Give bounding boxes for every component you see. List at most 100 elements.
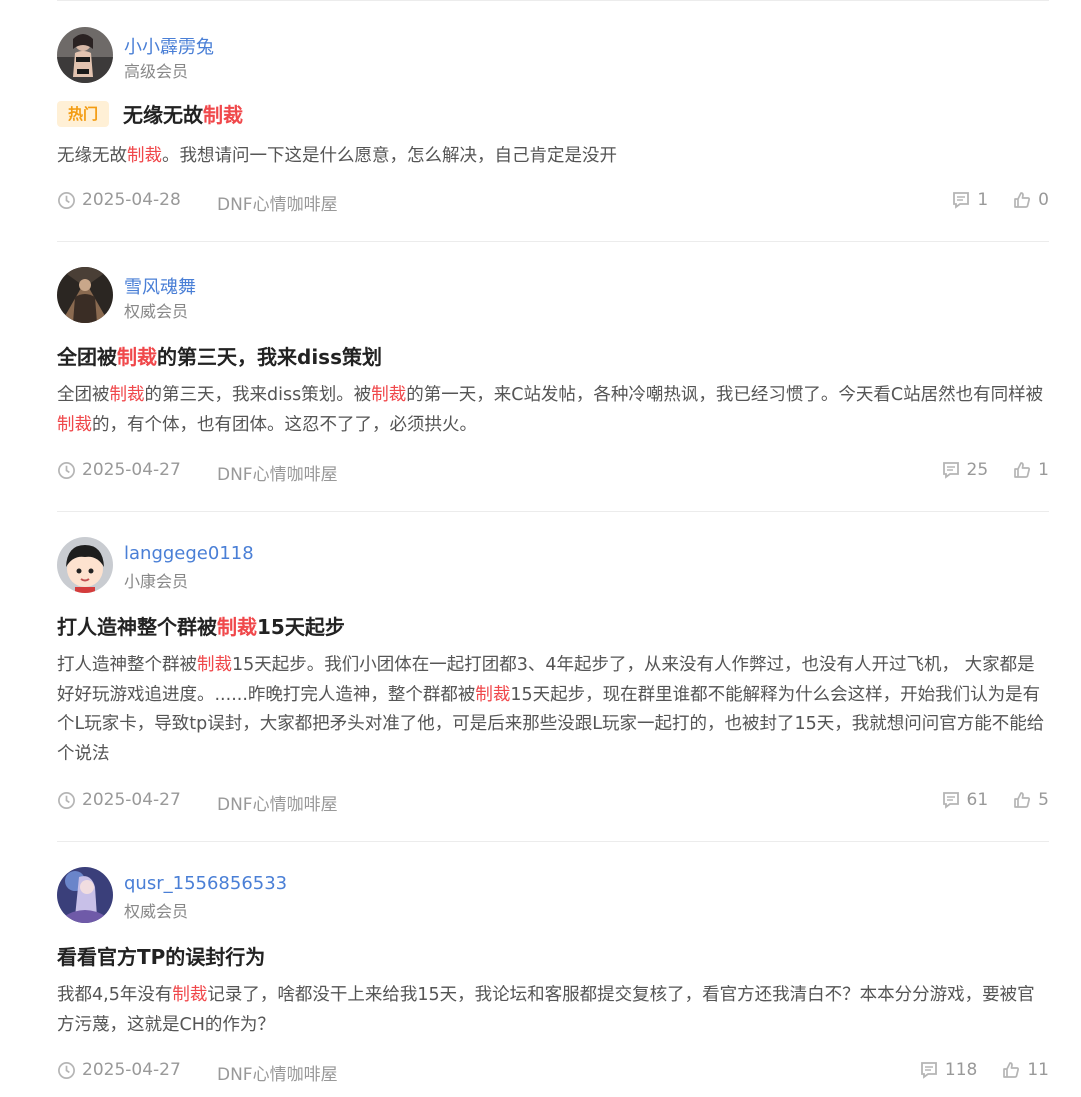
clock-icon [58,461,75,479]
comment-icon [942,462,959,479]
title-text: 看看官方TP的误封行为 [57,945,266,969]
hot-badge: 热门 [57,100,109,127]
excerpt-text: 的，有个体，也有团体。这忍不了了，必须拱火。 [92,414,477,435]
comment-count-text: 25 [966,460,989,480]
comment-icon [953,192,970,209]
avatar[interactable] [57,537,113,593]
post-author: 小小霹雳兔 高级会员 [57,27,657,85]
post-stats: 118 11 [895,1060,1049,1080]
like-count[interactable]: 1 [1012,460,1049,480]
post-item[interactable]: 小小霹雳兔 高级会员 热门 无缘无故 制裁 无缘无故制裁。我想请问一下这是什么愿意… [57,27,1049,217]
member-level: 高级会员 [124,62,189,81]
post-author: 雪风魂舞 权威会员 [57,267,657,325]
excerpt-text: 打人造神整个群被 [57,655,197,675]
title-text: 全团被 [57,345,117,369]
post-title[interactable]: 全团被 制裁 的第三天，我来diss策划 [57,341,382,370]
excerpt-keyword: 制裁 [371,385,407,405]
like-count[interactable]: 11 [1001,1060,1049,1080]
excerpt-keyword: 制裁 [475,684,511,705]
post-excerpt[interactable]: 我都4,5年没有制裁记录了，啥都没干上来给我15天，我论坛和客服都提交复核了，看… [57,981,1049,1040]
post-author: qusr_1556856533 权威会员 [57,867,657,925]
forum-link[interactable]: DNF心情咖啡屋 [217,790,338,815]
post-excerpt[interactable]: 全团被制裁的第三天，我来diss策划。被制裁的第一天，来C站发帖，各种冷嘲热讽，… [57,381,1049,440]
divider [57,0,1049,1]
excerpt-text: 的第三天，我来diss策划。被 [144,385,372,405]
thumbs-up-icon [1014,192,1031,208]
title-text: 15天起步 [257,615,345,639]
post-date: 2025-04-27 [57,1060,181,1080]
post-date: 2025-04-27 [57,460,181,480]
post-meta: 2025-04-27 DNF心情咖啡屋 25 1 [57,460,1049,485]
avatar[interactable] [57,867,113,923]
post-title[interactable]: 热门 无缘无故 制裁 [57,99,243,128]
date-text: 2025-04-27 [82,460,181,480]
title-keyword: 制裁 [117,345,157,369]
comment-count[interactable]: 1 [951,190,988,210]
username[interactable]: 小小霹雳兔 [124,33,214,59]
forum-link[interactable]: DNF心情咖啡屋 [217,1060,338,1085]
post-date: 2025-04-28 [57,190,181,210]
excerpt-keyword: 制裁 [127,146,162,166]
post-item[interactable]: qusr_1556856533 权威会员 看看官方TP的误封行为 我都4,5年没… [57,867,1049,1087]
comment-count[interactable]: 61 [941,790,989,810]
clock-icon [58,191,75,209]
like-count-text: 0 [1038,190,1049,210]
comment-count-text: 118 [944,1060,978,1080]
excerpt-text: 的第一天，来C站发帖，各种冷嘲热讽，我已经习惯了。今天看C站居然也有同样被 [406,385,1044,405]
forum-link[interactable]: DNF心情咖啡屋 [217,190,338,215]
post-excerpt[interactable]: 无缘无故制裁。我想请问一下这是什么愿意，怎么解决，自己肯定是没开 [57,142,1049,172]
thumbs-up-icon [1014,792,1031,808]
like-count-text: 11 [1027,1060,1049,1080]
excerpt-text: 。我想请问一下这是什么愿意，怎么解决，自己肯定是没开 [162,146,617,166]
excerpt-text: 我都4,5年没有 [57,985,173,1005]
avatar[interactable] [57,27,113,83]
post-title[interactable]: 看看官方TP的误封行为 [57,941,265,970]
post-item[interactable]: 雪风魂舞 权威会员 全团被 制裁 的第三天，我来diss策划 全团被制裁的第三天，我… [57,267,1049,487]
post-title[interactable]: 打人造神整个群被 制裁 15天起步 [57,611,345,640]
post-date: 2025-04-27 [57,790,181,810]
excerpt-keyword: 制裁 [57,414,92,435]
excerpt-keyword: 制裁 [197,655,232,675]
excerpt-text: 全团被 [57,385,110,405]
post-meta: 2025-04-27 DNF心情咖啡屋 118 11 [57,1060,1049,1085]
member-level: 权威会员 [124,302,189,321]
excerpt-keyword: 制裁 [172,985,208,1005]
post-excerpt[interactable]: 打人造神整个群被制裁15天起步。我们小团体在一起打团都3、4年起步了，从来没有人… [57,651,1049,769]
comment-icon [921,1062,937,1079]
post-meta: 2025-04-27 DNF心情咖啡屋 61 5 [57,790,1049,815]
divider [57,241,1049,242]
thumbs-up-icon [1003,1062,1020,1078]
post-stats: 61 5 [917,790,1049,810]
date-text: 2025-04-28 [82,190,181,210]
member-level: 小康会员 [124,572,189,591]
title-keyword: 制裁 [217,615,257,639]
like-count-text: 1 [1038,460,1049,480]
forum-link[interactable]: DNF心情咖啡屋 [217,460,338,485]
comment-count-text: 61 [966,790,989,810]
post-stats: 1 0 [927,190,1049,210]
like-count[interactable]: 5 [1012,790,1049,810]
comment-count-text: 1 [977,190,989,210]
title-text: 的第三天，我来diss策划 [157,345,382,369]
post-item[interactable]: langgege0118 小康会员 打人造神整个群被 制裁 15天起步 打人造神整个… [57,537,1049,817]
post-list: 小小霹雳兔 高级会员 热门 无缘无故 制裁 无缘无故制裁。我想请问一下这是什么愿意… [0,0,1081,1097]
clock-icon [58,791,75,809]
post-author: langgege0118 小康会员 [57,537,657,595]
post-stats: 25 1 [917,460,1049,480]
username[interactable]: qusr_1556856533 [124,873,287,894]
title-text: 打人造神整个群被 [57,615,217,639]
username[interactable]: langgege0118 [124,543,254,564]
title-keyword: 制裁 [203,103,243,127]
thumbs-up-icon [1014,462,1031,478]
excerpt-text: 无缘无故 [57,146,127,166]
like-count[interactable]: 0 [1012,190,1049,210]
comment-count[interactable]: 118 [919,1060,977,1080]
comment-count[interactable]: 25 [941,460,989,480]
comment-icon [942,792,959,809]
avatar[interactable] [57,267,113,323]
divider [57,511,1049,512]
post-meta: 2025-04-28 DNF心情咖啡屋 1 0 [57,190,1049,215]
date-text: 2025-04-27 [82,790,181,810]
excerpt-keyword: 制裁 [109,385,145,405]
username[interactable]: 雪风魂舞 [124,273,196,299]
